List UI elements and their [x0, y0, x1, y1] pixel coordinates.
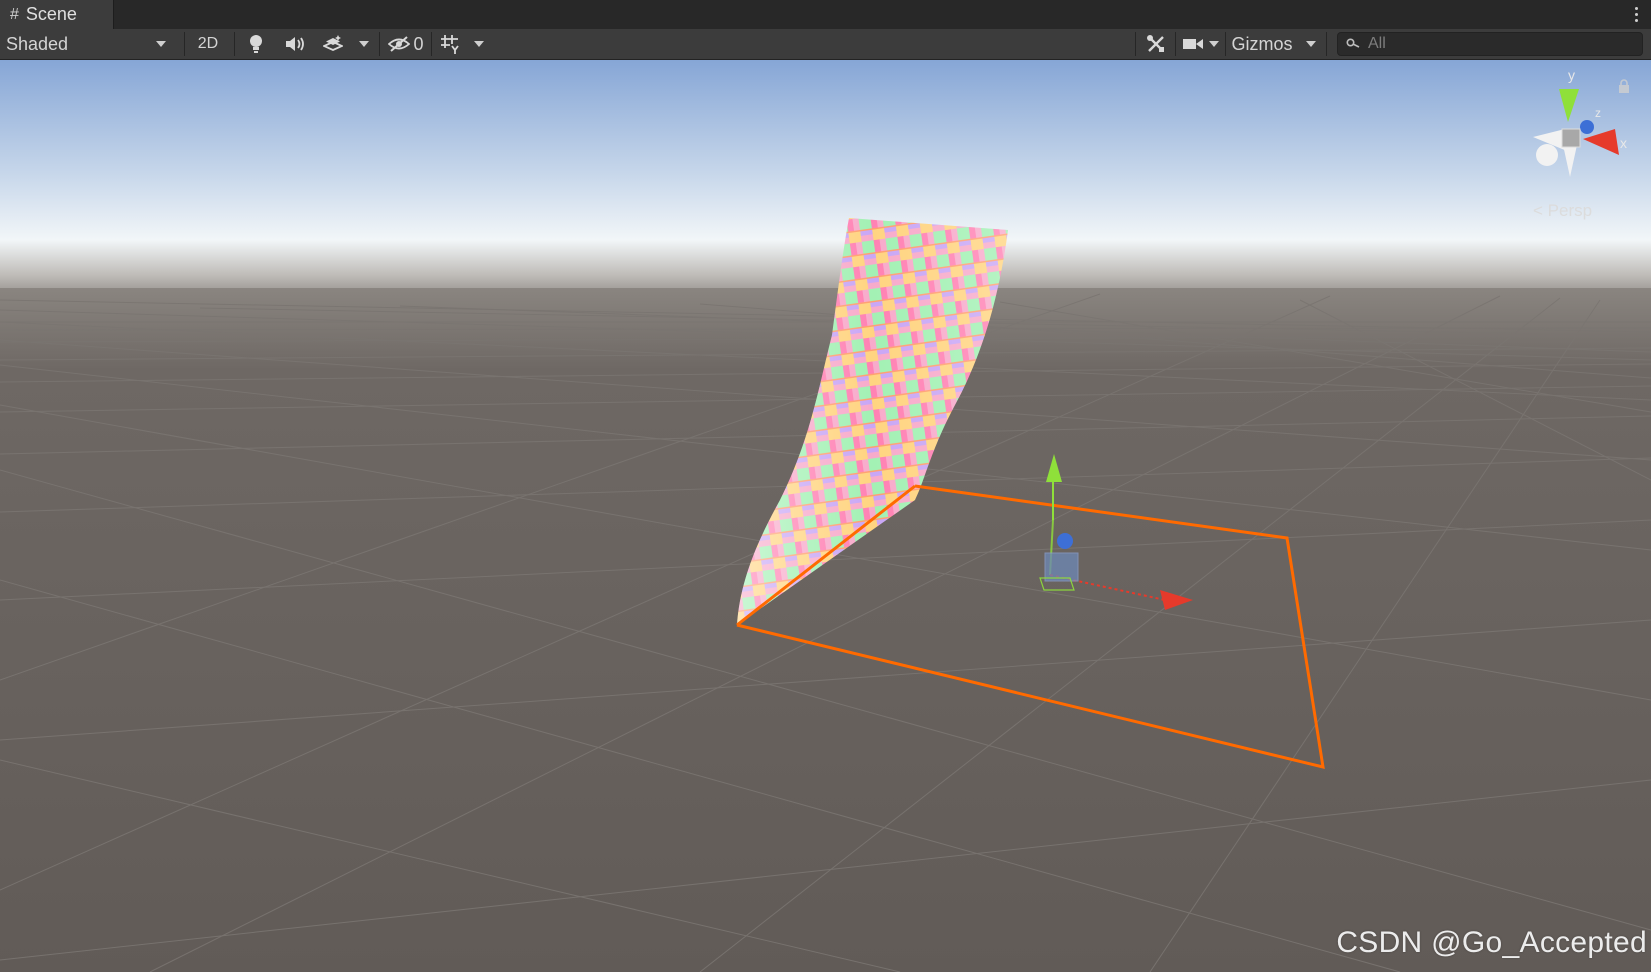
scene-canvas	[0, 60, 1651, 972]
chevron-down-icon	[359, 41, 369, 47]
gizmo-neg-z-cone[interactable]	[1536, 144, 1558, 166]
camera-settings-button[interactable]	[1178, 31, 1224, 57]
scene-visibility-toggle[interactable]: 0	[383, 31, 429, 57]
effects-dropdown[interactable]	[353, 31, 375, 57]
gizmos-dropdown[interactable]	[1300, 31, 1322, 57]
tools-icon	[1147, 35, 1164, 52]
scene-toolbar: Shaded 2D 0 Gizmos All	[0, 29, 1651, 60]
projection-label: Persp	[1547, 201, 1593, 220]
scene-search[interactable]	[1337, 32, 1643, 56]
layers-sparkle-icon	[323, 35, 343, 51]
z-axis-handle[interactable]	[1057, 533, 1073, 549]
lock-icon[interactable]	[1618, 79, 1630, 93]
gizmo-y-cone[interactable]	[1559, 89, 1579, 122]
tab-scene[interactable]: # Scene	[0, 0, 114, 29]
search-input[interactable]	[1366, 34, 1630, 54]
audio-toggle-button[interactable]	[278, 31, 312, 57]
gizmo-x-label: x	[1620, 135, 1627, 151]
chevron-down-icon	[1209, 41, 1219, 47]
camera-icon	[1183, 39, 1203, 49]
2d-label: 2D	[197, 35, 219, 52]
chevron-down-icon	[156, 41, 166, 47]
grid-hash-icon: #	[10, 5, 19, 23]
chevron-left-icon: <	[1533, 201, 1548, 220]
eye-slash-icon	[388, 36, 411, 52]
gizmos-label: Gizmos	[1231, 33, 1293, 54]
gizmo-y-label: y	[1568, 67, 1575, 83]
grid-toggle-button[interactable]	[435, 31, 467, 57]
shading-mode-dropdown[interactable]: Shaded	[0, 31, 178, 57]
kebab-menu-icon[interactable]	[1627, 3, 1645, 25]
lightbulb-icon	[250, 35, 262, 53]
scene-viewport[interactable]: y z x < Persp CSDN @Go_Accepted	[0, 60, 1651, 972]
chevron-down-icon	[1306, 41, 1316, 47]
effects-button[interactable]	[318, 31, 348, 57]
projection-toggle[interactable]: < Persp	[1533, 201, 1592, 221]
gizmo-z-cone[interactable]	[1580, 120, 1594, 134]
tab-bar: # Scene	[0, 0, 1651, 30]
gizmo-neg-y-cone[interactable]	[1563, 145, 1577, 177]
chevron-down-icon	[474, 41, 484, 47]
shading-mode-label: Shaded	[6, 33, 69, 54]
grid-snap-icon	[441, 35, 459, 54]
tab-title: Scene	[25, 4, 77, 24]
gizmo-z-label: z	[1595, 106, 1601, 120]
lighting-toggle-button[interactable]	[240, 31, 272, 57]
tools-button[interactable]	[1139, 31, 1173, 57]
grid-dropdown[interactable]	[468, 31, 490, 57]
search-icon	[1346, 38, 1360, 48]
hidden-count: 0	[413, 33, 424, 54]
speaker-icon	[286, 37, 304, 51]
gizmos-toggle-button[interactable]: Gizmos	[1228, 31, 1296, 57]
watermark: CSDN @Go_Accepted	[1336, 926, 1647, 959]
2d-toggle-button[interactable]: 2D	[189, 31, 227, 57]
